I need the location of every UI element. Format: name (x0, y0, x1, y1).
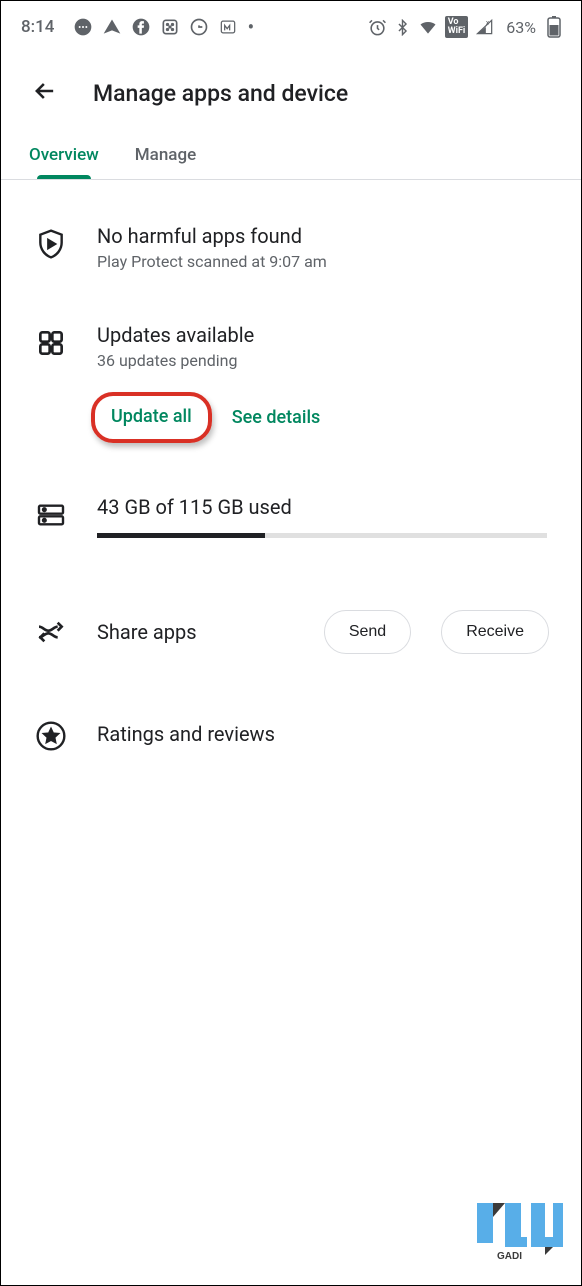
status-bar: 8:14 • VoWiFi x 63% (1, 1, 581, 47)
see-details-button[interactable]: See details (232, 407, 321, 428)
triangle-icon (102, 17, 122, 37)
star-circle-icon (35, 720, 67, 752)
status-left: 8:14 • (21, 15, 254, 39)
reviews-section[interactable]: Ratings and reviews (1, 666, 581, 764)
storage-bar (97, 533, 547, 538)
update-all-highlight: Update all (91, 392, 212, 443)
battery-percent: 63% (506, 18, 536, 37)
wifi-icon (418, 17, 438, 37)
updates-section: Updates available 36 updates pending Upd… (1, 283, 581, 455)
status-time: 8:14 (21, 17, 54, 37)
update-all-button[interactable]: Update all (111, 406, 192, 427)
send-button[interactable]: Send (324, 610, 411, 654)
tabs: Overview Manage (1, 133, 581, 180)
reviews-title: Ratings and reviews (97, 722, 275, 746)
updates-sub: 36 updates pending (97, 351, 549, 370)
receive-button[interactable]: Receive (441, 610, 549, 654)
storage-section[interactable]: 43 GB of 115 GB used (1, 455, 581, 550)
bluetooth-icon (394, 19, 411, 36)
play-protect-section[interactable]: No harmful apps found Play Protect scann… (1, 180, 581, 283)
m-app-icon (218, 17, 238, 37)
chat-icon (73, 17, 93, 37)
apps-icon (35, 327, 67, 359)
storage-fill (97, 533, 265, 538)
google-icon (189, 17, 209, 37)
dot-icon: • (247, 15, 254, 39)
page-title: Manage apps and device (93, 80, 348, 107)
content: No harmful apps found Play Protect scann… (1, 180, 581, 764)
protect-sub: Play Protect scanned at 9:07 am (97, 252, 549, 271)
shield-icon (35, 228, 67, 260)
alarm-icon (368, 18, 387, 37)
storage-label: 43 GB of 115 GB used (97, 495, 547, 519)
tab-overview[interactable]: Overview (29, 145, 99, 179)
vowifi-badge: VoWiFi (445, 16, 469, 38)
back-icon[interactable] (31, 77, 59, 109)
storage-icon (35, 499, 67, 531)
updates-title: Updates available (97, 323, 549, 347)
signal-icon: x (475, 17, 495, 37)
svg-text:GADI: GADI (497, 1251, 522, 1261)
watermark-logo: GADI (475, 1197, 567, 1261)
battery-icon (547, 16, 561, 38)
grid-app-icon (160, 17, 180, 37)
tab-manage[interactable]: Manage (135, 145, 196, 179)
share-title: Share apps (97, 620, 294, 644)
protect-title: No harmful apps found (97, 224, 549, 248)
share-section: Share apps Send Receive (1, 550, 581, 666)
facebook-icon (131, 17, 151, 37)
status-right: VoWiFi x 63% (368, 16, 561, 38)
header: Manage apps and device (1, 47, 581, 133)
share-icon (35, 616, 67, 648)
